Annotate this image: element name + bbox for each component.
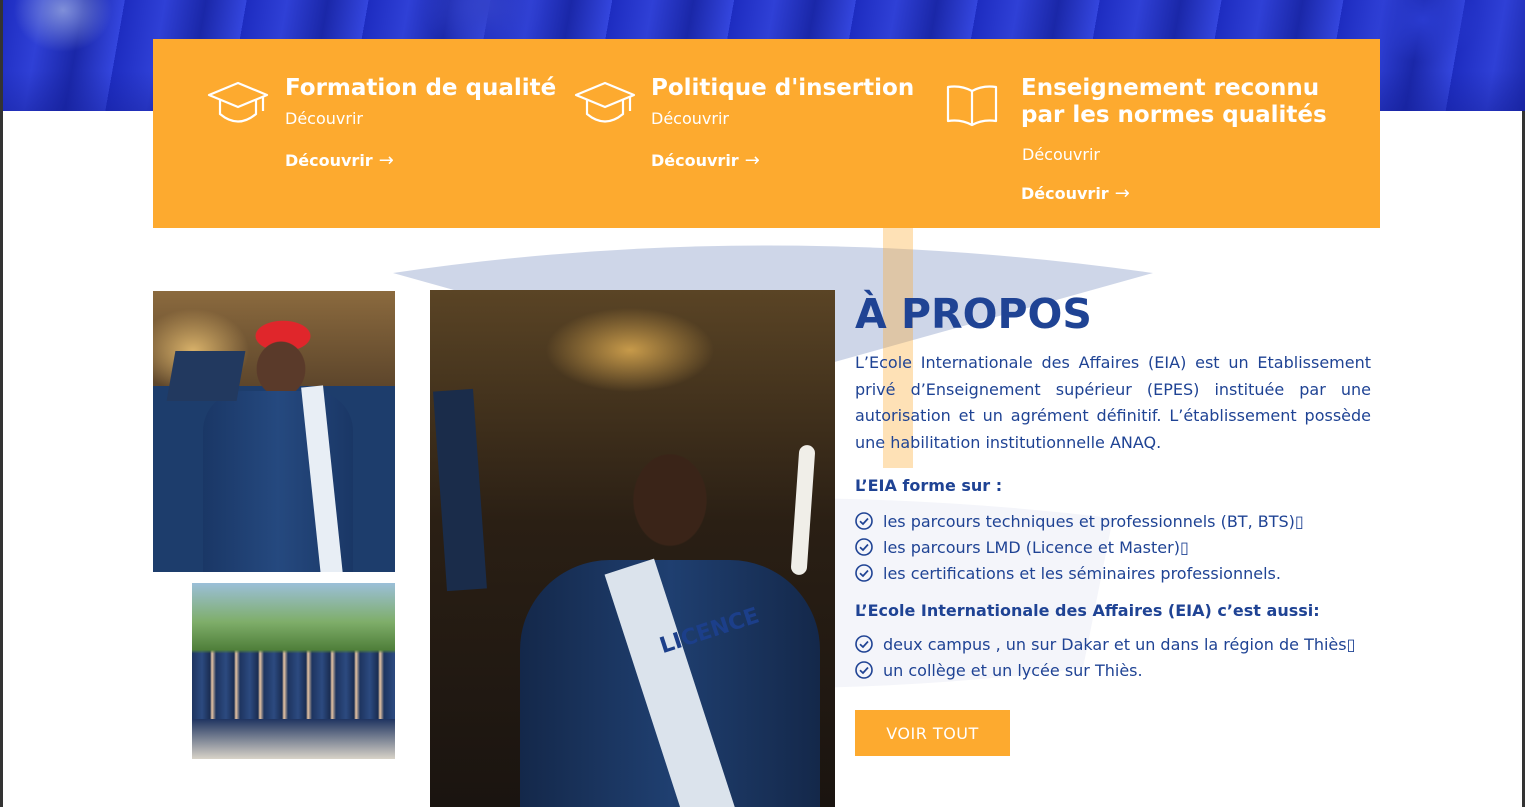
graduate-photo-small [153, 291, 395, 572]
arrow-right-icon: → [378, 150, 394, 171]
about-subhead-forme: L’EIA forme sur : [855, 476, 1003, 495]
campus-list: deux campus , un sur Dakar et un dans la… [855, 632, 1355, 684]
list-item-text: les certifications et les séminaires pro… [883, 564, 1281, 583]
about-subhead-aussi: L’Ecole Internationale des Affaires (EIA… [855, 601, 1320, 620]
feature-discover-link[interactable]: Découvrir → [651, 150, 760, 171]
group-shape [192, 719, 395, 759]
arrow-right-icon: → [1114, 183, 1130, 204]
list-item: les certifications et les séminaires pro… [855, 561, 1304, 587]
list-item: les parcours LMD (Licence et Master)▯ [855, 535, 1304, 561]
list-item: un collège et un lycée sur Thiès. [855, 658, 1355, 684]
list-item-text: deux campus , un sur Dakar et un dans la… [883, 635, 1356, 654]
about-heading: À PROPOS [855, 290, 1092, 338]
feature-link-label: Découvrir [285, 151, 373, 170]
check-circle-icon [855, 661, 873, 679]
graduate-photo-large: LICENCE [430, 290, 835, 807]
feature-title-line1: Enseignement reconnu [1021, 75, 1320, 101]
feature-insertion: Politique d'insertion Découvrir Découvri… [573, 39, 943, 228]
mortarboard-shape [433, 388, 487, 592]
feature-formation: Formation de qualité Découvrir Découvrir… [153, 39, 556, 228]
feature-discover-link[interactable]: Découvrir → [285, 150, 394, 171]
feature-title: Enseignement reconnu par les normes qual… [1021, 75, 1327, 129]
check-circle-icon [855, 512, 873, 530]
feature-link-label: Découvrir [651, 151, 739, 170]
features-banner: Formation de qualité Découvrir Découvrir… [153, 39, 1380, 228]
voir-tout-button[interactable]: VOIR TOUT [855, 710, 1010, 756]
program-list: les parcours techniques et professionnel… [855, 509, 1304, 587]
feature-enseignement: Enseignement reconnu par les normes qual… [943, 39, 1380, 228]
arrow-right-icon: → [744, 150, 760, 171]
check-circle-icon [855, 564, 873, 582]
group-graduates-photo [192, 583, 395, 759]
list-item: les parcours techniques et professionnel… [855, 509, 1304, 535]
feature-title: Formation de qualité [285, 75, 557, 101]
feature-subtitle: Découvrir [1022, 145, 1100, 164]
feature-title: Politique d'insertion [651, 75, 915, 101]
feature-title-line2: par les normes qualités [1021, 102, 1327, 128]
feature-discover-link[interactable]: Découvrir → [1021, 183, 1130, 204]
graduation-cap-icon [574, 79, 636, 129]
mortarboard-shape [166, 351, 246, 401]
check-circle-icon [855, 538, 873, 556]
diploma-scroll [790, 444, 816, 576]
list-item-text: les parcours techniques et professionnel… [883, 512, 1304, 531]
about-intro: L’Ecole Internationale des Affaires (EIA… [855, 353, 1371, 452]
list-item-text: un collège et un lycée sur Thiès. [883, 661, 1143, 680]
feature-link-label: Découvrir [1021, 184, 1109, 203]
graduation-cap-icon [207, 79, 269, 129]
book-icon [945, 83, 999, 127]
list-item-text: les parcours LMD (Licence et Master)▯ [883, 538, 1189, 557]
feature-subtitle: Découvrir [651, 109, 729, 128]
check-circle-icon [855, 635, 873, 653]
list-item: deux campus , un sur Dakar et un dans la… [855, 632, 1355, 658]
feature-subtitle: Découvrir [285, 109, 363, 128]
